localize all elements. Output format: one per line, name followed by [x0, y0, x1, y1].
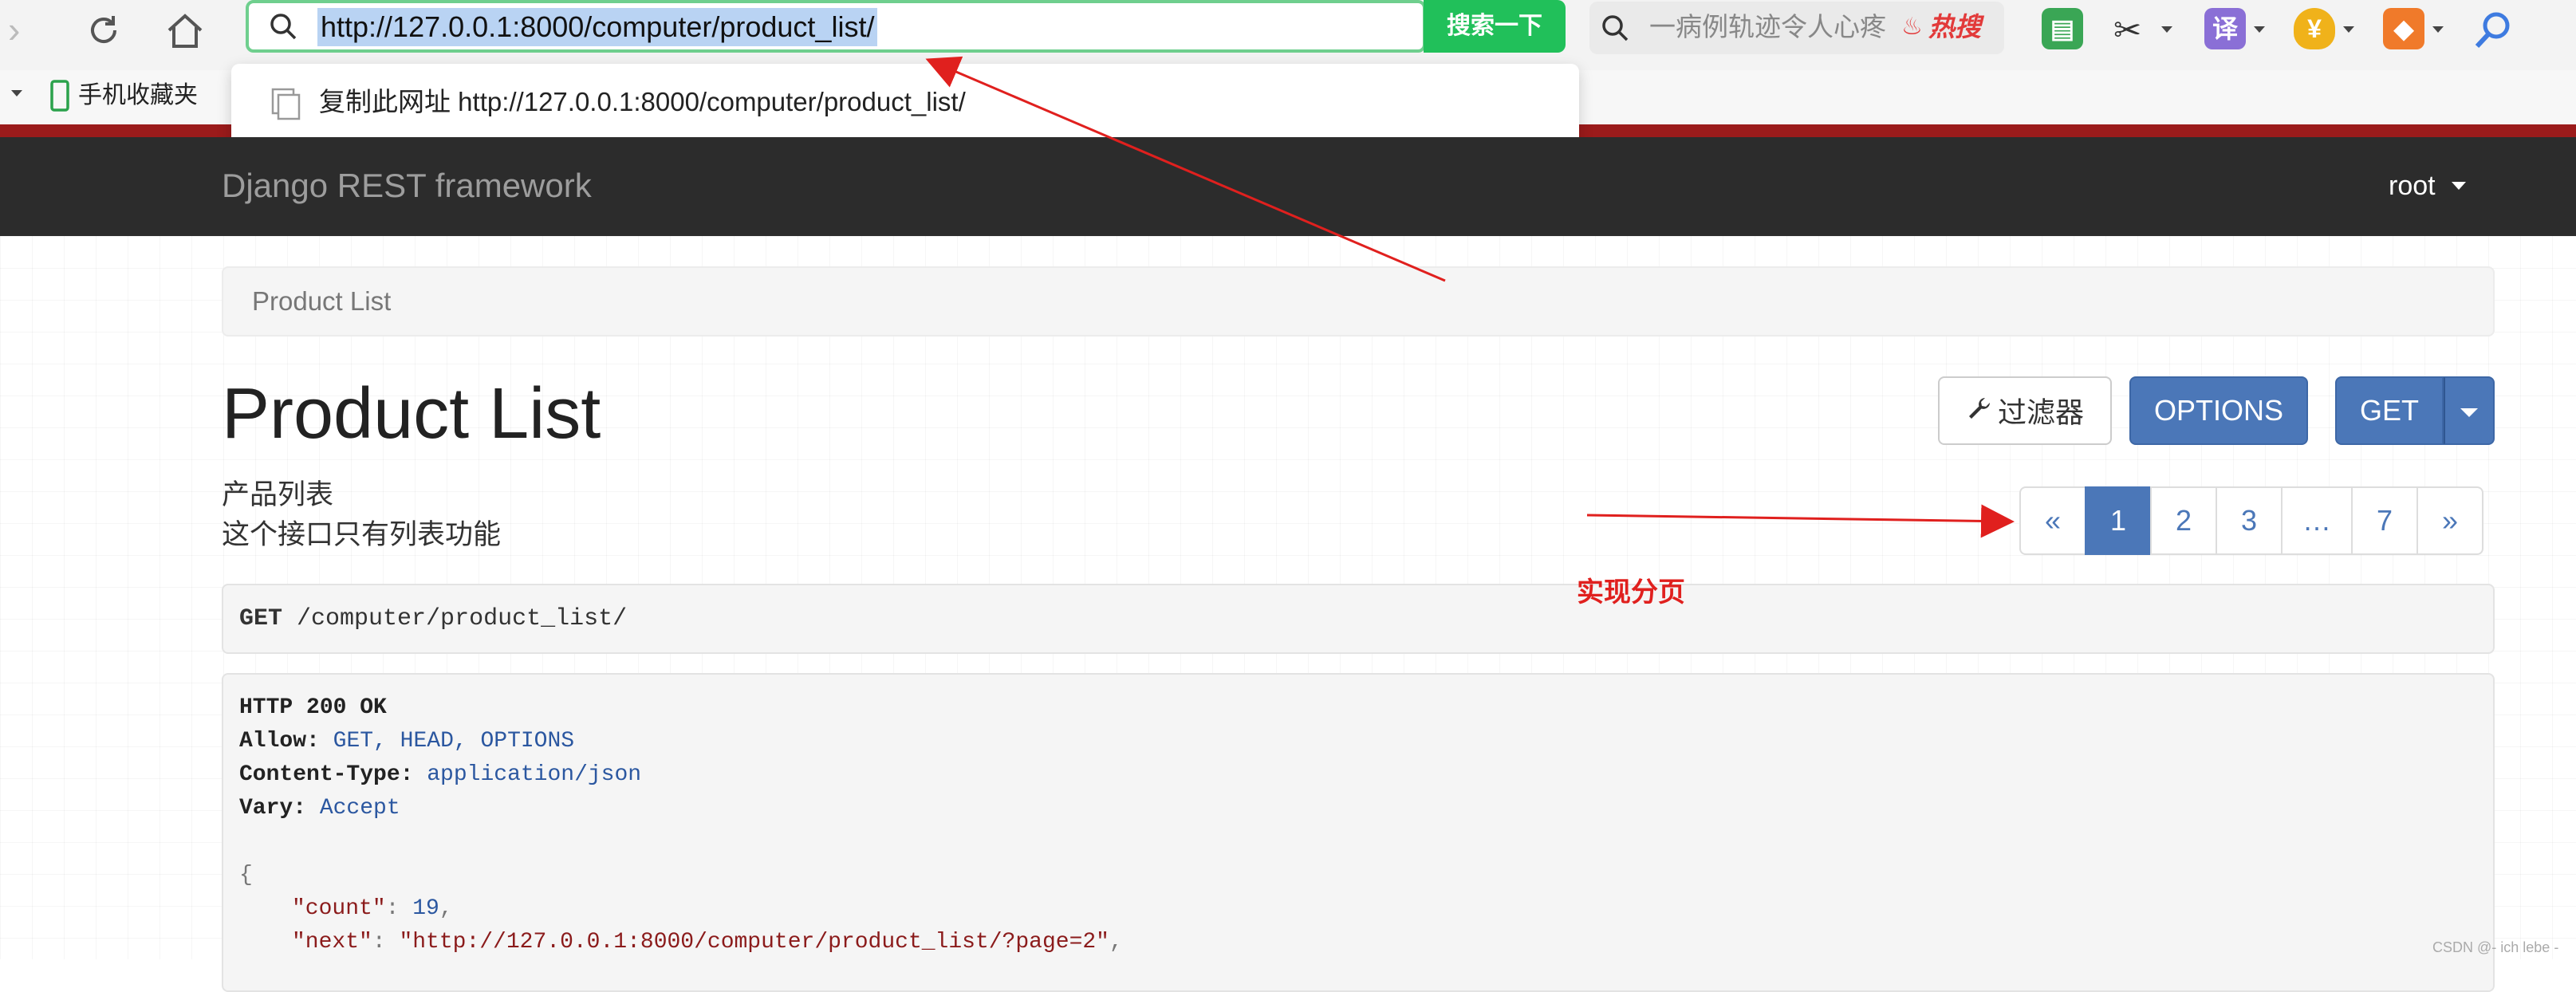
annotation-arrows	[925, 56, 2015, 538]
pagination-annotation: 实现分页	[1577, 577, 1685, 608]
arrow-to-pagination	[1586, 504, 2015, 538]
watermark: CSDN @- ich lebe -	[2432, 939, 2559, 955]
arrow-to-url	[925, 56, 1446, 282]
